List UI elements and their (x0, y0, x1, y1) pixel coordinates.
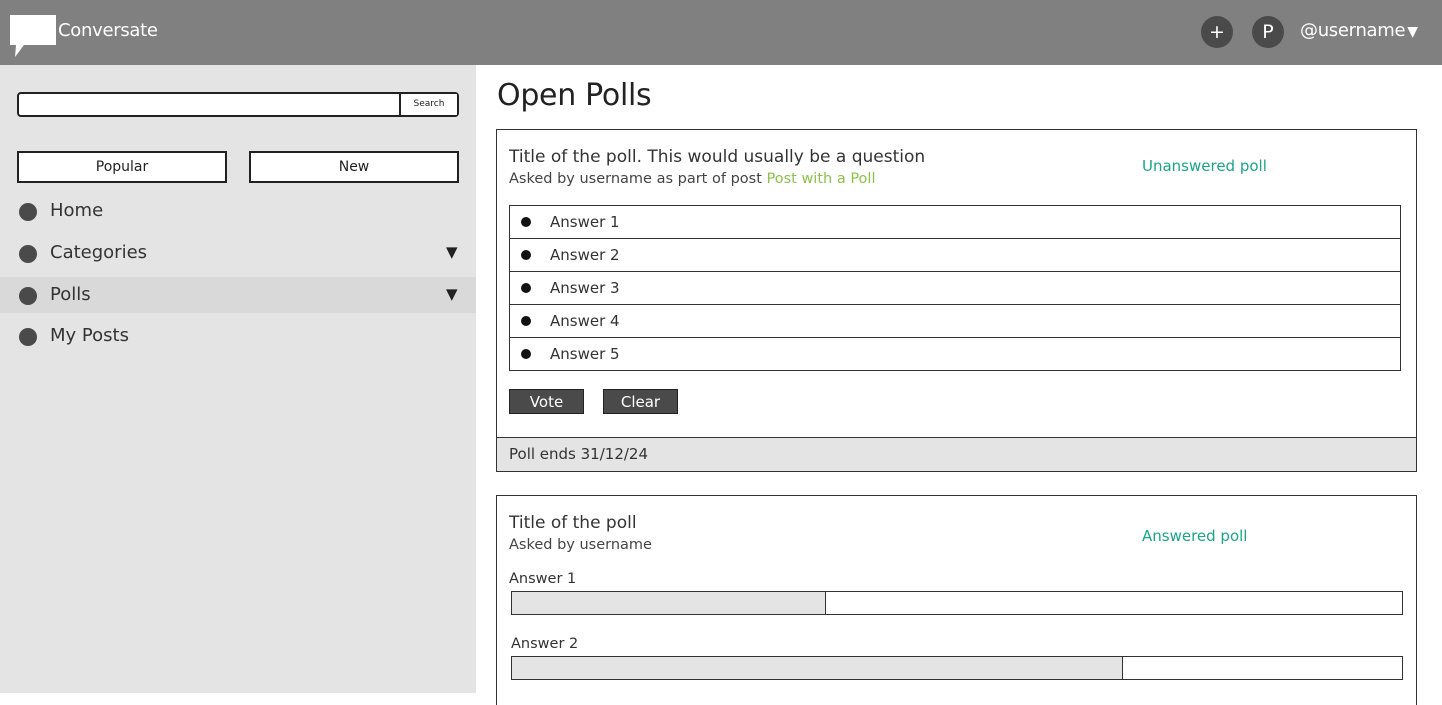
user-menu[interactable]: @username ▼ (1300, 20, 1418, 41)
clear-button[interactable]: Clear (603, 389, 678, 414)
answer-label: Answer 5 (550, 345, 620, 363)
result-bar (511, 591, 1403, 615)
sidebar-item-home[interactable]: Home (0, 193, 476, 229)
answer-label: Answer 2 (550, 246, 620, 264)
top-bar: Conversate + P @username ▼ (0, 0, 1442, 65)
poll-meta: Asked by username (509, 537, 652, 553)
result-bar (511, 656, 1403, 680)
bullet-icon (19, 328, 37, 346)
chevron-down-icon: ▼ (1407, 24, 1418, 40)
radio-icon (521, 250, 531, 260)
answer-label: Answer 3 (550, 279, 620, 297)
chevron-down-icon[interactable]: ▼ (446, 243, 458, 261)
search-button[interactable]: Search (399, 94, 457, 115)
result-label: Answer 1 (509, 571, 577, 587)
poll-meta: Asked by username as part of post Post w… (509, 171, 875, 187)
answer-label: Answer 4 (550, 312, 620, 330)
sidebar: Search Popular New Home Categories ▼ Pol… (0, 65, 476, 693)
poll-end-date: Poll ends 31/12/24 (509, 445, 648, 463)
answer-label: Answer 1 (550, 213, 620, 231)
page-title: Open Polls (497, 78, 652, 113)
speech-bubble-logo-icon[interactable] (10, 15, 56, 57)
answer-option[interactable]: Answer 1 (509, 205, 1401, 239)
poll-title: Title of the poll (509, 513, 637, 533)
sidebar-item-categories[interactable]: Categories ▼ (0, 235, 476, 271)
sidebar-item-label: My Posts (50, 325, 129, 346)
username-label: @username (1300, 20, 1406, 41)
poll-card-answered: Title of the poll Asked by username Answ… (496, 495, 1417, 705)
vote-button[interactable]: Vote (509, 389, 584, 414)
radio-icon (521, 217, 531, 227)
app-title[interactable]: Conversate (58, 20, 158, 41)
poll-status-badge: Unanswered poll (1142, 157, 1267, 175)
answer-option[interactable]: Answer 2 (509, 238, 1401, 272)
sidebar-item-label: Home (50, 200, 104, 221)
post-link[interactable]: Post with a Poll (767, 171, 876, 187)
bullet-icon (19, 203, 37, 221)
poll-status-badge: Answered poll (1142, 527, 1248, 545)
radio-icon (521, 316, 531, 326)
sidebar-item-label: Polls (50, 284, 91, 305)
result-label: Answer 2 (511, 636, 579, 652)
bullet-icon (19, 245, 37, 263)
bullet-icon (19, 287, 37, 305)
profile-avatar[interactable]: P (1252, 16, 1284, 48)
radio-icon (521, 283, 531, 293)
sidebar-item-label: Categories (50, 242, 148, 263)
radio-icon (521, 349, 531, 359)
new-button[interactable]: New (249, 151, 459, 183)
answer-option[interactable]: Answer 3 (509, 271, 1401, 305)
poll-card-unanswered: Title of the poll. This would usually be… (496, 129, 1417, 472)
answer-option[interactable]: Answer 4 (509, 304, 1401, 338)
asked-by-text: Asked by username as part of post (509, 171, 767, 187)
result-fill (512, 657, 1124, 679)
sidebar-item-my-posts[interactable]: My Posts (0, 318, 476, 354)
poll-title: Title of the poll. This would usually be… (509, 147, 926, 167)
search-input[interactable] (19, 94, 399, 115)
add-button[interactable]: + (1201, 16, 1233, 48)
answer-option[interactable]: Answer 5 (509, 337, 1401, 371)
answer-list: Answer 1 Answer 2 Answer 3 Answer 4 Answ… (509, 205, 1401, 371)
search-box: Search (17, 92, 459, 117)
popular-button[interactable]: Popular (17, 151, 227, 183)
sidebar-item-polls[interactable]: Polls ▼ (0, 277, 476, 313)
result-fill (512, 592, 827, 614)
poll-footer: Poll ends 31/12/24 (497, 437, 1416, 471)
chevron-down-icon[interactable]: ▼ (446, 285, 458, 303)
